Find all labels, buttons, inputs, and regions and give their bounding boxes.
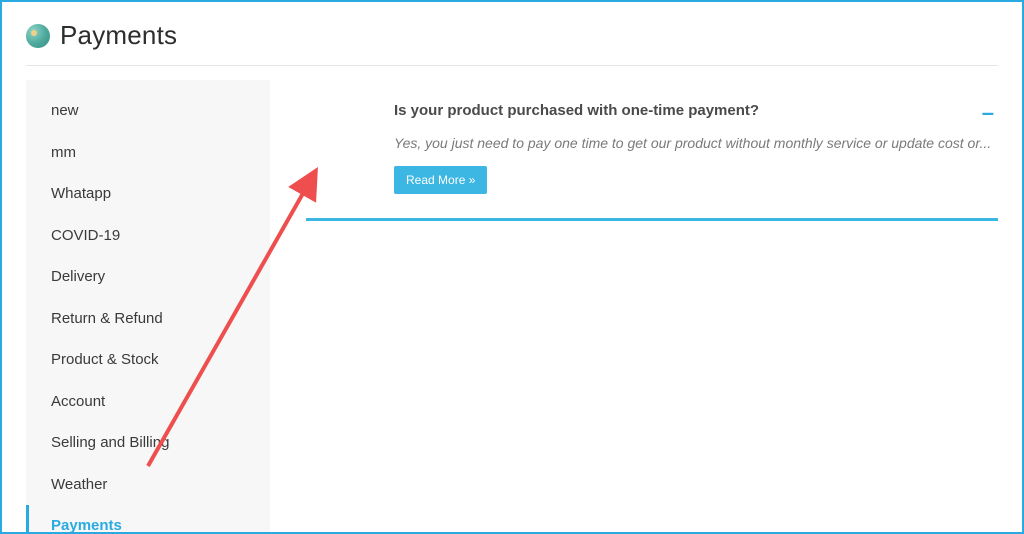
sidebar-item-mm[interactable]: mm xyxy=(26,132,270,174)
payments-category-icon xyxy=(26,24,50,48)
sidebar-item-label: Delivery xyxy=(51,268,105,285)
page-header: Payments xyxy=(2,2,1022,65)
read-more-button[interactable]: Read More » xyxy=(394,166,487,194)
sidebar-item-label: Return & Refund xyxy=(51,310,163,327)
sidebar-item-return-refund[interactable]: Return & Refund xyxy=(26,298,270,340)
sidebar-item-label: Weather xyxy=(51,476,107,493)
faq-answer-excerpt: Yes, you just need to pay one time to ge… xyxy=(394,134,998,154)
sidebar-item-new[interactable]: new xyxy=(26,90,270,132)
sidebar-item-label: Account xyxy=(51,393,105,410)
viewport: Payments new mm Whatapp COVID-19 Deliver… xyxy=(0,0,1024,534)
faq-item: Is your product purchased with one-time … xyxy=(306,102,998,194)
sidebar-item-selling-billing[interactable]: Selling and Billing xyxy=(26,422,270,464)
sidebar-item-product-stock[interactable]: Product & Stock xyxy=(26,339,270,381)
page-title: Payments xyxy=(60,20,177,51)
section-divider xyxy=(306,218,998,221)
sidebar-item-label: Selling and Billing xyxy=(51,434,169,451)
sidebar-item-label: Payments xyxy=(51,517,122,534)
sidebar-item-label: COVID-19 xyxy=(51,227,120,244)
sidebar-item-weather[interactable]: Weather xyxy=(26,464,270,506)
content-body: new mm Whatapp COVID-19 Delivery Return … xyxy=(2,66,1022,534)
category-sidebar: new mm Whatapp COVID-19 Delivery Return … xyxy=(26,80,270,534)
faq-header-row[interactable]: Is your product purchased with one-time … xyxy=(394,102,998,124)
collapse-icon[interactable]: – xyxy=(978,102,998,124)
sidebar-item-label: new xyxy=(51,102,79,119)
sidebar-item-label: Product & Stock xyxy=(51,351,159,368)
sidebar-item-covid-19[interactable]: COVID-19 xyxy=(26,215,270,257)
sidebar-item-delivery[interactable]: Delivery xyxy=(26,256,270,298)
faq-panel: Is your product purchased with one-time … xyxy=(270,66,1022,534)
sidebar-item-label: mm xyxy=(51,144,76,161)
faq-question: Is your product purchased with one-time … xyxy=(394,102,779,119)
sidebar-item-payments[interactable]: Payments xyxy=(26,505,270,534)
sidebar-item-whatapp[interactable]: Whatapp xyxy=(26,173,270,215)
sidebar-item-account[interactable]: Account xyxy=(26,381,270,423)
sidebar-item-label: Whatapp xyxy=(51,185,111,202)
